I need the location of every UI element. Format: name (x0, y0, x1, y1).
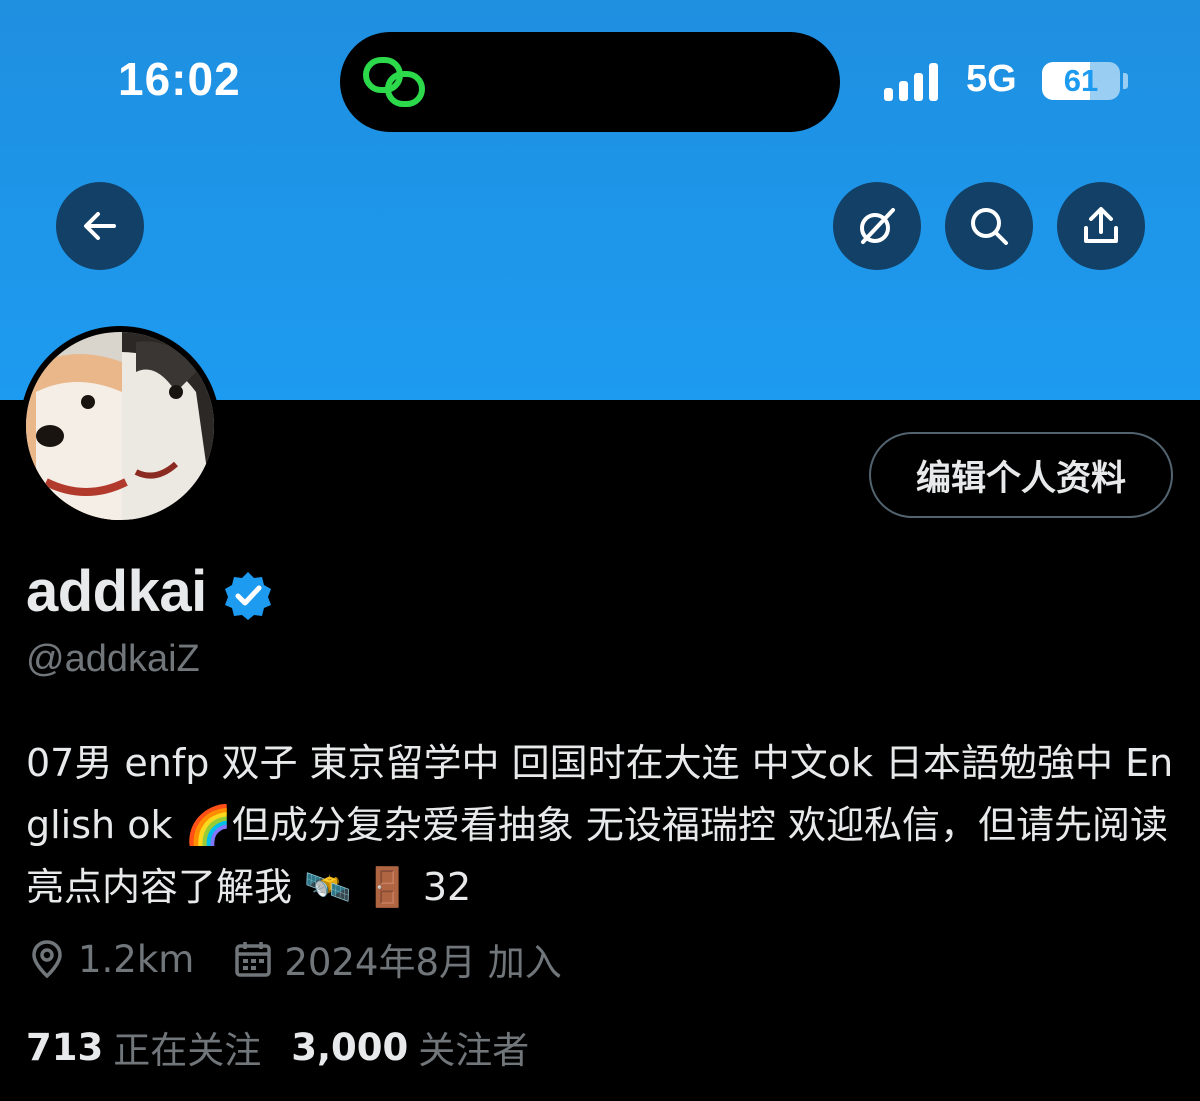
avatar-dogs-image (26, 332, 214, 520)
profile-meta: 1.2km 2024年8月 加入 (26, 932, 562, 986)
network-type: 5G (966, 58, 1017, 100)
back-button[interactable] (56, 182, 144, 270)
dynamic-island (340, 32, 840, 132)
back-arrow-icon (84, 212, 116, 240)
share-icon (1084, 207, 1118, 243)
status-time: 16:02 (118, 53, 241, 105)
following-label[interactable]: 正在关注 (113, 1020, 261, 1074)
cellular-signal-icon (884, 63, 938, 101)
share-button[interactable] (1057, 182, 1145, 270)
battery-cap (1123, 73, 1128, 89)
battery-percent: 61 (1063, 63, 1099, 98)
user-handle: @addkaiZ (26, 638, 200, 680)
following-count[interactable]: 713 (26, 1026, 103, 1069)
follow-stats: 713 正在关注 3,000 关注者 (26, 1020, 559, 1074)
followers-count[interactable]: 3,000 (291, 1026, 408, 1069)
search-button[interactable] (945, 182, 1033, 270)
edit-profile-button[interactable]: 编辑个人资料 (869, 432, 1173, 518)
grok-icon (860, 208, 895, 244)
profile-avatar[interactable] (20, 326, 220, 526)
followers-label[interactable]: 关注者 (418, 1020, 529, 1074)
battery-icon: 61 (1042, 62, 1120, 100)
calendar-icon (235, 942, 272, 977)
joined-date: 2024年8月 加入 (284, 941, 562, 984)
name-row: addkai (26, 558, 273, 625)
search-icon (971, 208, 1008, 245)
link-chat-icon (363, 57, 425, 107)
location-pin-icon (32, 940, 62, 979)
verified-badge-icon[interactable] (223, 570, 273, 620)
grok-button[interactable] (833, 182, 921, 270)
profile-bio: 07男 enfp 双子 東京留学中 回国时在大连 中文ok 日本語勉強中 Eng… (26, 741, 1174, 909)
location-text: 1.2km (78, 937, 195, 981)
display-name: addkai (26, 559, 207, 624)
